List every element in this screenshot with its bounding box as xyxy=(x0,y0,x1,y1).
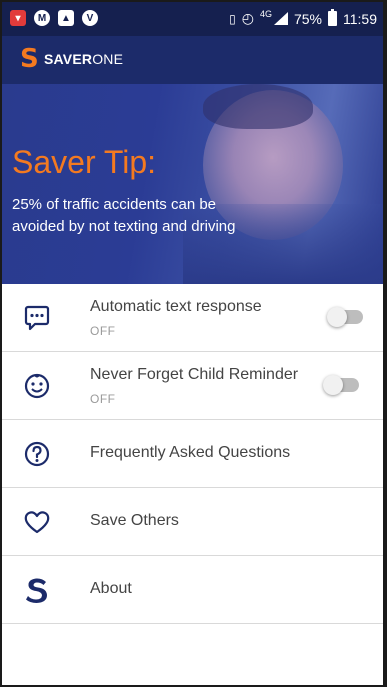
status-indicators: ▯ ◴ 4G 75% 11:59 xyxy=(229,8,377,27)
menu-item-faq[interactable]: Frequently Asked Questions xyxy=(2,420,383,488)
app-frame: ▾ M ▲ V ▯ ◴ 4G 75% 11:59 S SAVERONE Save… xyxy=(0,0,387,687)
vibrate-icon: ▯ xyxy=(229,11,236,26)
battery-icon xyxy=(328,9,337,26)
v-notification-icon: V xyxy=(82,10,98,26)
brand-bold: SAVER xyxy=(44,51,93,67)
image-notification-icon: ▲ xyxy=(58,10,74,26)
brand-light: ONE xyxy=(92,51,124,67)
battery-percent: 75% xyxy=(293,10,322,27)
network-type: 4G xyxy=(259,8,272,19)
menu-list: Automatic text response OFF Never Forget… xyxy=(2,284,383,624)
menu-item-status: OFF xyxy=(90,392,116,406)
menu-item-label: About xyxy=(90,580,132,597)
clock: 11:59 xyxy=(343,10,377,27)
child-photo-hair xyxy=(203,84,313,129)
brand-name: SAVERONE xyxy=(44,51,123,67)
menu-item-status: OFF xyxy=(90,324,116,338)
child-reminder-toggle[interactable] xyxy=(323,375,359,395)
saver-tip-banner: Saver Tip: 25% of traffic accidents can … xyxy=(2,84,383,284)
notification-icons: ▾ M ▲ V xyxy=(10,10,98,26)
app-bar: S SAVERONE xyxy=(2,36,383,84)
menu-item-label: Save Others xyxy=(90,512,179,529)
menu-item-save-others[interactable]: Save Others xyxy=(2,488,383,556)
tip-title: Saver Tip: xyxy=(12,144,157,180)
auto-text-response-toggle[interactable] xyxy=(327,307,363,327)
tip-body: 25% of traffic accidents can be avoided … xyxy=(12,196,236,235)
saverone-s-icon xyxy=(26,578,47,603)
toggle-knob xyxy=(323,375,343,395)
signal-icon xyxy=(273,12,288,25)
message-bubble-icon xyxy=(24,305,50,331)
menu-item-label: Never Forget Child Reminder xyxy=(90,366,299,383)
status-bar: ▾ M ▲ V ▯ ◴ 4G 75% 11:59 xyxy=(2,2,383,36)
menu-item-auto-text-response[interactable]: Automatic text response OFF xyxy=(2,284,383,352)
menu-item-about[interactable]: About xyxy=(2,556,383,624)
menu-item-label: Automatic text response xyxy=(90,298,262,315)
question-icon xyxy=(24,441,50,467)
alarm-icon: ◴ xyxy=(241,10,254,26)
notification-flag-icon: ▾ xyxy=(10,10,26,26)
menu-item-child-reminder[interactable]: Never Forget Child Reminder OFF xyxy=(2,352,383,420)
m-notification-icon: M xyxy=(34,10,50,26)
menu-item-label: Frequently Asked Questions xyxy=(90,444,291,461)
saverone-logo-icon: S xyxy=(20,44,39,74)
heart-icon xyxy=(24,511,50,534)
toggle-knob xyxy=(327,307,347,327)
smiley-icon xyxy=(24,373,50,399)
